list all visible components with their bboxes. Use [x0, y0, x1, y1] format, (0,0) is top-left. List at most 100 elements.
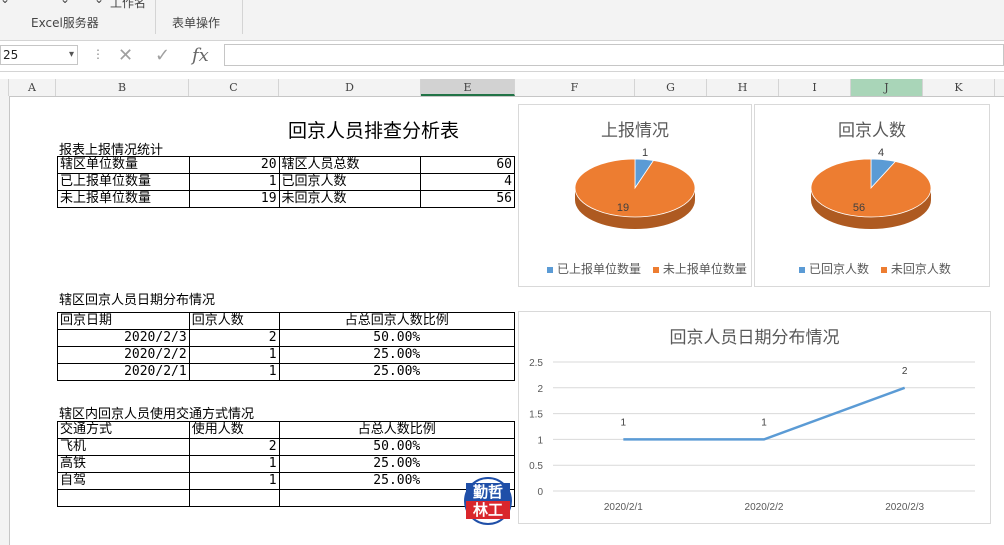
ribbon-worksheet-partial[interactable]: 工作名 [110, 0, 146, 11]
cell[interactable]: 56 [420, 190, 515, 208]
cell[interactable]: 1 [188, 363, 280, 381]
header-cell[interactable]: 回京人数 [188, 312, 280, 330]
table-row: 2020/2/1 1 25.00% [57, 363, 516, 381]
confirm-icon[interactable]: ✓ [155, 45, 170, 67]
header-cell[interactable]: 使用人数 [188, 421, 280, 439]
cell[interactable]: 2020/2/3 [57, 329, 190, 347]
chevron-down-icon[interactable]: ▾ [69, 46, 74, 64]
column-header-j[interactable]: J [851, 79, 923, 96]
chevron-down-icon[interactable]: ⌄ [94, 0, 104, 6]
formula-input[interactable] [224, 44, 1004, 66]
pie-data-label: 56 [853, 202, 865, 214]
cell[interactable]: 高铁 [57, 455, 190, 473]
line-chart-svg: 0 0.5 1 1.5 2 2.5 1 1 2 2020/2/1 2020/2/2 2020/2/3 [529, 358, 975, 513]
cell[interactable]: 25.00% [278, 346, 516, 364]
cell[interactable]: 19 [188, 190, 280, 208]
cell[interactable]: 未回京人数 [278, 190, 422, 208]
column-header-b[interactable]: B [56, 79, 189, 96]
cell[interactable]: 2020/2/1 [57, 363, 190, 381]
stamp-text-top: 勤哲 [473, 483, 503, 501]
cell[interactable]: 1 [188, 455, 280, 473]
row-headers [0, 96, 10, 545]
chart-legend: 已回京人数 未回京人数 [799, 260, 951, 277]
cell[interactable]: 1 [188, 173, 280, 191]
line-chart-date-distribution[interactable]: 回京人员日期分布情况 0 0.5 1 1.5 2 2.5 1 1 2 2020/2/1 2020/2… [518, 311, 991, 524]
cell[interactable]: 2020/2/2 [57, 346, 190, 364]
name-box[interactable]: 25 ▾ [0, 45, 78, 65]
legend-swatch-orange [880, 266, 887, 273]
table-row: 高铁 1 25.00% [57, 455, 516, 473]
pie-data-label: 1 [642, 147, 648, 159]
legend-label: 未回京人数 [890, 262, 951, 276]
cell[interactable]: 自驾 [57, 472, 190, 490]
select-all-corner[interactable] [0, 79, 9, 96]
cell[interactable]: 辖区人员总数 [278, 156, 422, 174]
pie-chart-svg: 1 19 [574, 147, 696, 229]
sheet-title: 回京人员排查分析表 [288, 120, 460, 142]
more-options-icon[interactable]: ⋮ [92, 47, 104, 61]
stamp-logo: 勤哲 林工 [464, 477, 512, 525]
cell[interactable]: 50.00% [278, 438, 516, 456]
column-header-d[interactable]: D [279, 79, 421, 96]
pie-chart-svg: 4 56 [810, 147, 932, 229]
column-header-i[interactable]: I [779, 79, 851, 96]
cell[interactable]: 1 [188, 472, 280, 490]
cell[interactable]: 未上报单位数量 [57, 190, 190, 208]
y-tick-label: 0.5 [529, 461, 543, 472]
insert-function-icon[interactable]: fx [192, 45, 209, 67]
column-header-e[interactable]: E [421, 79, 515, 96]
line-data-label: 1 [621, 417, 627, 428]
line-data-label: 1 [761, 417, 767, 428]
column-header-k[interactable]: K [923, 79, 995, 96]
cell[interactable]: 2 [188, 329, 280, 347]
cell[interactable]: 飞机 [57, 438, 190, 456]
name-box-value: 25 [3, 48, 19, 62]
cell[interactable] [57, 489, 190, 507]
table-row: 自驾 1 25.00% [57, 472, 516, 490]
formula-bar: 25 ▾ ⋮ ✕ ✓ fx [0, 41, 1004, 72]
table-header-row: 交通方式 使用人数 占总人数比例 [57, 421, 516, 439]
ribbon-group-excel-server: Excel服务器 [31, 16, 99, 30]
header-cell[interactable]: 回京日期 [57, 312, 190, 330]
chevron-down-icon[interactable]: ⌄ [60, 0, 70, 6]
legend-swatch-orange [652, 266, 659, 273]
legend-swatch-blue [547, 266, 553, 273]
column-header-h[interactable]: H [707, 79, 779, 96]
header-cell[interactable]: 占总回京人数比例 [278, 312, 516, 330]
ribbon-partial-glyph[interactable]: ⌄ [0, 0, 10, 6]
cell[interactable]: 25.00% [278, 455, 516, 473]
cell[interactable]: 已上报单位数量 [57, 173, 190, 191]
pie-chart-report-status[interactable]: 上报情况 1 19 已上报单位数量 未上报单位数量 [518, 104, 752, 287]
cell[interactable]: 20 [188, 156, 280, 174]
chart-legend: 已上报单位数量 未上报单位数量 [547, 260, 747, 277]
table-row: 飞机 2 50.00% [57, 438, 516, 456]
y-tick-label: 0 [537, 487, 543, 498]
cell[interactable]: 2 [188, 438, 280, 456]
cell[interactable]: 50.00% [278, 329, 516, 347]
cell[interactable]: 辖区单位数量 [57, 156, 190, 174]
cell[interactable]: 25.00% [278, 363, 516, 381]
pie-chart-returned-people[interactable]: 回京人数 4 56 已回京人数 未回京人数 [754, 104, 990, 287]
cancel-icon[interactable]: ✕ [118, 45, 133, 67]
cell[interactable]: 已回京人数 [278, 173, 422, 191]
pie-slice-1[interactable] [810, 158, 932, 218]
column-header-g[interactable]: G [635, 79, 707, 96]
pie-slice-1[interactable] [574, 158, 696, 218]
column-header-c[interactable]: C [189, 79, 279, 96]
cell[interactable]: 4 [420, 173, 515, 191]
header-cell[interactable]: 占总人数比例 [278, 421, 516, 439]
section-title-date-distribution: 辖区回京人员日期分布情况 [59, 293, 216, 308]
cell[interactable]: 60 [420, 156, 515, 174]
legend-label: 已上报单位数量 [557, 262, 642, 276]
table-header-row: 回京日期 回京人数 占总回京人数比例 [57, 312, 516, 330]
summary-table: 辖区单位数量 20 辖区人员总数 60 已上报单位数量 1 已回京人数 4 未上… [57, 156, 515, 208]
pie-data-label: 19 [617, 202, 629, 214]
cell[interactable]: 1 [188, 346, 280, 364]
ribbon-separator [155, 0, 156, 34]
cell[interactable] [188, 489, 280, 507]
header-cell[interactable]: 交通方式 [57, 421, 190, 439]
column-header-f[interactable]: F [515, 79, 635, 96]
y-tick-label: 2.5 [529, 358, 543, 369]
column-header-a[interactable]: A [9, 79, 56, 96]
date-table: 回京日期 回京人数 占总回京人数比例 2020/2/3 2 50.00% 202… [57, 312, 516, 381]
